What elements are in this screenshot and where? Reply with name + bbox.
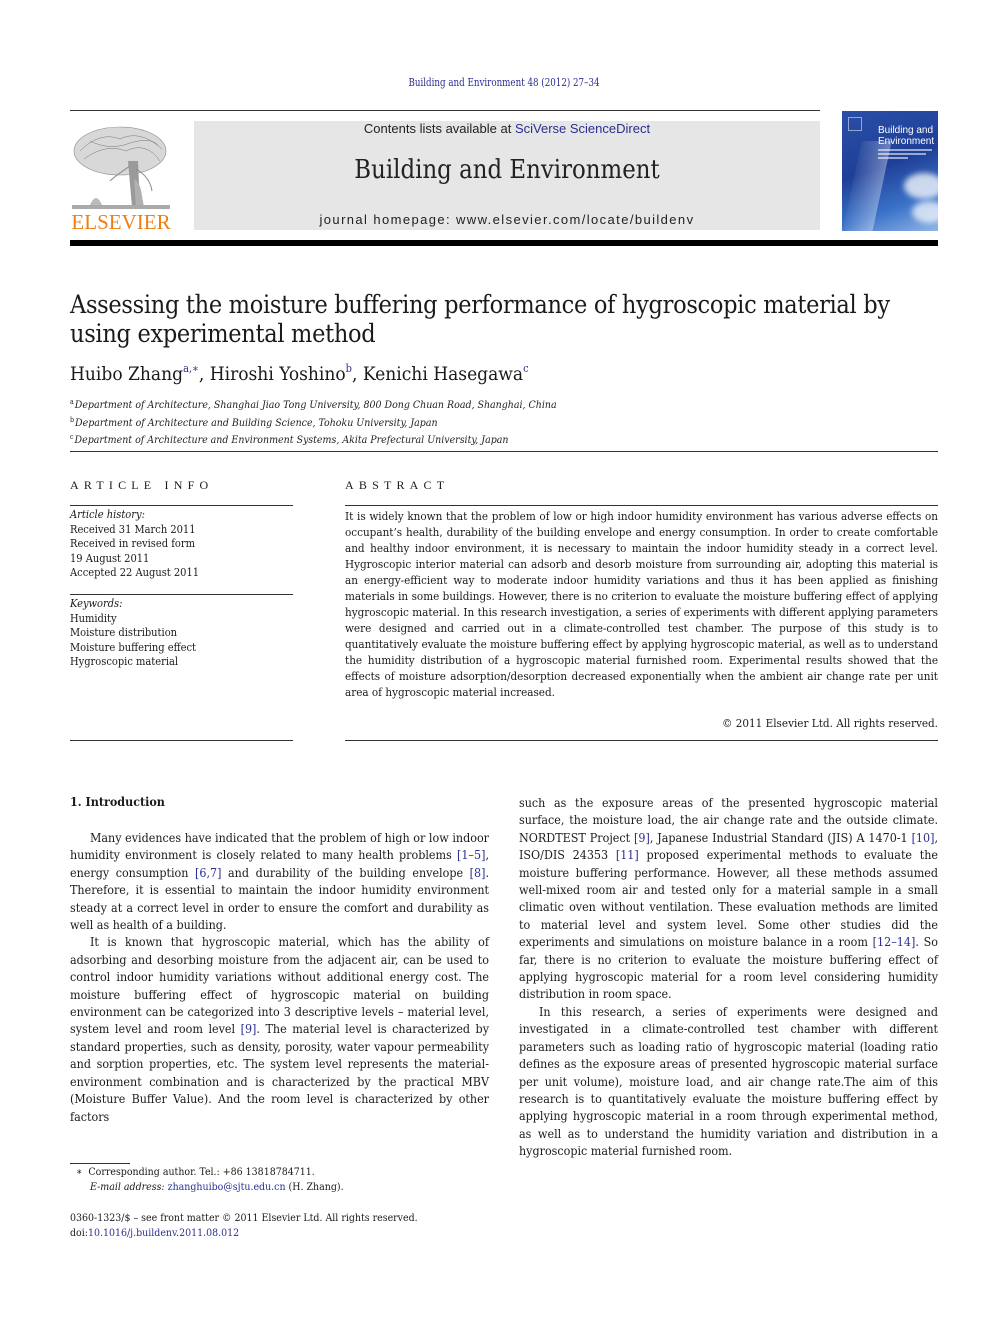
cover-cloud bbox=[904, 173, 938, 199]
affiliation-text: Department of Architecture, Shanghai Jia… bbox=[74, 399, 557, 411]
homepage-url-link[interactable]: www.elsevier.com/locate/buildenv bbox=[456, 212, 694, 227]
author-affiliation-mark[interactable]: a,∗ bbox=[183, 362, 199, 375]
affiliation-key: c bbox=[70, 433, 74, 441]
paragraph-text: . The material level is characterized by… bbox=[70, 1021, 489, 1124]
footnotes: ∗ Corresponding author. Tel.: +86 138187… bbox=[70, 1165, 344, 1195]
affiliation-text: Department of Architecture and Building … bbox=[75, 416, 438, 429]
history-item: Received in revised form bbox=[70, 537, 195, 550]
homepage-label: journal homepage: bbox=[319, 212, 457, 227]
doi-link[interactable]: 10.1016/j.buildenv.2011.08.012 bbox=[88, 1227, 239, 1239]
keyword-item: Moisture buffering effect bbox=[70, 640, 197, 654]
contents-prefix: Contents lists available at bbox=[363, 121, 515, 136]
cover-title: Building and Environment bbox=[878, 125, 934, 147]
email-suffix: (H. Zhang). bbox=[285, 1181, 344, 1193]
affiliation-item: cDepartment of Architecture and Environm… bbox=[70, 430, 557, 448]
tree-icon bbox=[72, 126, 170, 209]
affiliation-key: a bbox=[70, 398, 74, 406]
divider bbox=[70, 740, 293, 741]
email-note: E-mail address: zhanghuibo@sjtu.edu.cn (… bbox=[70, 1180, 344, 1195]
journal-name: Building and Environment bbox=[354, 155, 660, 185]
doi-label: doi: bbox=[70, 1227, 88, 1239]
journal-homepage: journal homepage: www.elsevier.com/locat… bbox=[194, 212, 820, 227]
paragraph: such as the exposure areas of the presen… bbox=[519, 794, 938, 1003]
citation-link[interactable]: [11] bbox=[616, 847, 639, 862]
cover-publisher-icon bbox=[848, 117, 862, 131]
paragraph: Many evidences have indicated that the p… bbox=[70, 829, 489, 933]
paragraph: It is known that hygroscopic material, w… bbox=[70, 933, 489, 1124]
history-item: Accepted 22 August 2011 bbox=[70, 566, 200, 579]
abstract-heading: ABSTRACT bbox=[345, 478, 450, 492]
journal-cover-thumbnail[interactable]: Building and Environment bbox=[842, 111, 938, 231]
affiliation-item: aDepartment of Architecture, Shanghai Ji… bbox=[70, 395, 557, 413]
affiliation-item: bDepartment of Architecture and Building… bbox=[70, 413, 557, 431]
paragraph-text: , Japanese Industrial Standard (JIS) A 1… bbox=[649, 829, 912, 845]
citation-link[interactable]: [12–14] bbox=[873, 934, 916, 949]
author-name[interactable]: Huibo Zhang bbox=[70, 363, 183, 385]
corresponding-text: Corresponding author. Tel.: +86 13818784… bbox=[88, 1166, 315, 1178]
citation-link[interactable]: [8] bbox=[470, 865, 486, 880]
keyword-item: Hygroscopic material bbox=[70, 655, 179, 668]
body-column-left: Many evidences have indicated that the p… bbox=[70, 829, 489, 1125]
keywords-label: Keywords: bbox=[70, 597, 123, 610]
divider bbox=[70, 594, 293, 595]
citation-link[interactable]: [10] bbox=[912, 830, 935, 845]
article-history-label: Article history: bbox=[70, 508, 145, 521]
body-column-right: such as the exposure areas of the presen… bbox=[519, 794, 938, 1160]
section-divider bbox=[70, 451, 938, 452]
author-name[interactable]: Hiroshi Yoshino bbox=[210, 363, 346, 385]
keyword-item: Moisture distribution bbox=[70, 626, 178, 639]
article-title: Assessing the moisture buffering perform… bbox=[70, 290, 890, 348]
divider bbox=[345, 505, 938, 506]
header-black-bar bbox=[70, 240, 938, 246]
citation-link[interactable]: [9] bbox=[241, 1021, 257, 1036]
keywords: Keywords: Humidity Moisture distribution… bbox=[70, 597, 196, 670]
author-affiliation-mark[interactable]: b bbox=[346, 362, 352, 375]
article-history: Article history: Received 31 March 2011 … bbox=[70, 508, 199, 581]
author-name[interactable]: Kenichi Hasegawa bbox=[363, 363, 523, 385]
author-affiliation-mark[interactable]: c bbox=[523, 362, 529, 375]
abstract-copyright: © 2011 Elsevier Ltd. All rights reserved… bbox=[722, 716, 938, 730]
email-label: E-mail address: bbox=[90, 1181, 165, 1193]
article-info-heading: ARTICLE INFO bbox=[70, 478, 214, 492]
history-item: Received 31 March 2011 bbox=[70, 522, 196, 536]
sciencedirect-link[interactable]: SciVerse ScienceDirect bbox=[515, 121, 650, 136]
front-matter: 0360-1323/$ – see front matter © 2011 El… bbox=[70, 1211, 418, 1241]
cover-title-line: Building and bbox=[878, 125, 934, 136]
keyword-item: Humidity bbox=[70, 611, 117, 625]
paragraph-text: In this research, a series of experiment… bbox=[519, 1003, 938, 1159]
doi-line: doi:10.1016/j.buildenv.2011.08.012 bbox=[70, 1226, 418, 1241]
email-link[interactable]: zhanghuibo@sjtu.edu.cn bbox=[168, 1181, 286, 1193]
front-matter-text: 0360-1323/$ – see front matter © 2011 El… bbox=[70, 1212, 418, 1224]
journal-citation-link[interactable]: Building and Environment 48 (2012) 27–34 bbox=[60, 76, 947, 89]
cover-title-line: Environment bbox=[878, 136, 935, 147]
cover-cloud bbox=[912, 201, 938, 223]
corresponding-author-note: ∗ Corresponding author. Tel.: +86 138187… bbox=[70, 1165, 344, 1180]
citation-link[interactable]: [1–5] bbox=[457, 847, 485, 862]
footnote-rule bbox=[70, 1163, 130, 1164]
footnote-mark: ∗ bbox=[76, 1166, 83, 1178]
author-list: Huibo Zhanga,∗, Hiroshi Yoshinob, Kenich… bbox=[70, 362, 529, 385]
divider bbox=[345, 740, 938, 741]
elsevier-wordmark: ELSEVIER bbox=[71, 210, 171, 234]
cover-subtitle bbox=[878, 149, 932, 163]
history-item: 19 August 2011 bbox=[70, 551, 150, 565]
divider bbox=[70, 505, 293, 506]
contents-line: Contents lists available at SciVerse Sci… bbox=[194, 121, 820, 136]
paragraph-text: Many evidences have indicated that the p… bbox=[70, 830, 489, 863]
header-top-rule bbox=[70, 110, 820, 111]
citation-link[interactable]: [6,7] bbox=[195, 865, 221, 880]
section-heading-introduction: 1. Introduction bbox=[70, 794, 165, 809]
affiliation-key: b bbox=[70, 415, 75, 424]
citation-link[interactable]: [9] bbox=[634, 830, 650, 845]
affiliations: aDepartment of Architecture, Shanghai Ji… bbox=[70, 395, 557, 448]
abstract-text: It is widely known that the problem of l… bbox=[345, 509, 938, 699]
affiliation-text: Department of Architecture and Environme… bbox=[74, 434, 509, 446]
paragraph: In this research, a series of experiment… bbox=[519, 1003, 938, 1160]
paragraph-text: and durability of the building envelope bbox=[221, 864, 470, 880]
